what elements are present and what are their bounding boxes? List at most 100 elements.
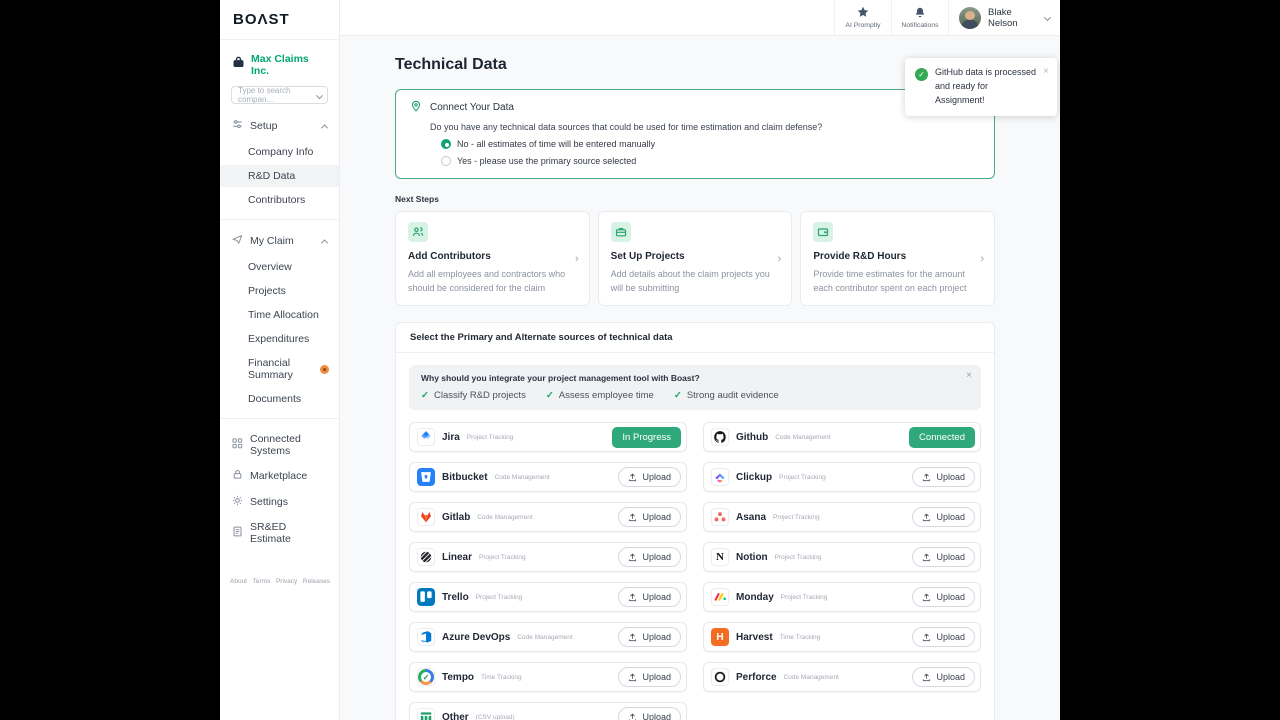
footer-link-terms[interactable]: Terms [253,578,271,585]
card-description: Add details about the claim projects you… [610,269,770,293]
add-contributors-card[interactable]: Add Contributors › Add all employees and… [395,211,590,306]
nav-item-label: Financial Summary [248,357,293,381]
card-title: Set Up Projects [610,251,685,262]
source-card-perforce[interactable]: Perforce Code Management Upload [703,662,981,692]
source-card-trello[interactable]: Trello Project Tracking Upload [409,582,687,612]
gitlab-upload-button[interactable]: Upload [618,507,681,527]
contributors-icon [408,222,428,242]
source-card-gitlab[interactable]: Gitlab Code Management Upload [409,502,687,532]
check-icon: ✓ [545,390,554,401]
radio-option-yes[interactable]: Yes - please use the primary source sele… [441,156,980,166]
provide-rd-hours-card[interactable]: Provide R&D Hours › Provide time estimat… [800,211,996,306]
radio-label: Yes - please use the primary source sele… [457,156,637,166]
clickup-upload-button[interactable]: Upload [912,467,975,487]
source-card-azure-devops[interactable]: Azure DevOps Code Management Upload [409,622,687,652]
monday-upload-button[interactable]: Upload [912,587,975,607]
source-card-harvest[interactable]: H Harvest Time Tracking Upload [703,622,981,652]
tempo-upload-button[interactable]: Upload [618,667,681,687]
footer-link-about[interactable]: About [230,578,247,585]
chevron-up-icon [320,123,329,131]
source-card-jira[interactable]: Jira Project Tracking In Progress [409,422,687,452]
nav-group-my-claim[interactable]: My Claim [220,228,339,254]
sidebar-item-documents[interactable]: Documents [220,388,339,410]
footer-link-releases[interactable]: Releases [303,578,330,585]
close-icon[interactable]: × [1043,66,1049,108]
my-claim-icon [232,234,243,248]
source-card-notion[interactable]: N Notion Project Tracking Upload [703,542,981,572]
source-card-linear[interactable]: Linear Project Tracking Upload [409,542,687,572]
pin-icon [410,100,422,115]
upload-icon [923,673,931,681]
source-card-monday[interactable]: Monday Project Tracking Upload [703,582,981,612]
linear-upload-button[interactable]: Upload [618,547,681,567]
radio-unchecked-icon[interactable] [441,156,451,166]
source-card-github[interactable]: Github Code Management Connected [703,422,981,452]
upload-icon [629,553,637,561]
tempo-icon: ✓ [417,668,435,686]
perforce-upload-button[interactable]: Upload [912,667,975,687]
sidebar-item-settings[interactable]: Settings [220,489,339,515]
sidebar-item-rd-data[interactable]: R&D Data [220,165,339,187]
nav-group-setup[interactable]: Setup [220,113,339,139]
notion-upload-button[interactable]: Upload [912,547,975,567]
other-upload-button[interactable]: Upload [618,707,681,720]
connect-question: Do you have any technical data sources t… [430,122,823,132]
close-icon[interactable]: × [966,370,972,381]
source-type: Code Management [494,473,550,481]
upload-icon [629,673,637,681]
divider [220,418,339,419]
benefit-item: ✓ Strong audit evidence [673,390,779,401]
upload-icon [629,633,637,641]
jira-status-button[interactable]: In Progress [612,426,681,448]
company-search-select[interactable]: Type to search compan... [231,86,328,104]
notifications-button[interactable]: Notifications [891,0,948,35]
sidebar-item-sred-estimate[interactable]: SR&ED Estimate [220,515,339,551]
radio-option-no[interactable]: No - all estimates of time will be enter… [441,139,980,149]
sidebar-item-projects[interactable]: Projects [220,280,339,302]
sidebar-item-connected-systems[interactable]: Connected Systems [220,427,339,463]
ai-promptly-button[interactable]: AI Promptly [834,0,891,35]
chevron-right-icon: › [575,253,579,265]
asana-upload-button[interactable]: Upload [912,507,975,527]
source-card-tempo[interactable]: ✓ Tempo Time Tracking Upload [409,662,687,692]
upload-icon [923,593,931,601]
sidebar-item-financial-summary[interactable]: Financial Summary [220,352,339,386]
sidebar-item-expenditures[interactable]: Expenditures [220,328,339,350]
sidebar-item-contributors[interactable]: Contributors [220,189,339,211]
trello-upload-button[interactable]: Upload [618,587,681,607]
search-placeholder: Type to search compan... [238,86,291,104]
source-name: Other [442,711,469,720]
source-card-other[interactable]: Other (CSV upload) Upload [409,702,687,720]
sidebar-item-marketplace[interactable]: Marketplace [220,463,339,489]
set-up-projects-card[interactable]: Set Up Projects › Add details about the … [597,211,793,306]
source-card-clickup[interactable]: Clickup Project Tracking Upload [703,462,981,492]
radio-checked-icon[interactable] [441,139,451,149]
source-card-asana[interactable]: Asana Project Tracking Upload [703,502,981,532]
sources-panel: Select the Primary and Alternate sources… [395,322,995,720]
sidebar-item-company-info[interactable]: Company Info [220,141,339,163]
source-card-bitbucket[interactable]: Bitbucket Code Management Upload [409,462,687,492]
upload-icon [923,513,931,521]
card-title: Add Contributors [408,251,491,262]
github-status-button[interactable]: Connected [909,426,975,448]
nav-item-label: Marketplace [250,470,308,482]
star-icon [857,6,869,20]
radio-label: No - all estimates of time will be enter… [457,139,656,149]
upload-icon [629,713,637,720]
connect-title: Connect Your Data [430,102,514,113]
harvest-upload-button[interactable]: Upload [912,627,975,647]
azure-devops-upload-button[interactable]: Upload [618,627,681,647]
azure-devops-icon [417,628,435,646]
sidebar-item-time-allocation[interactable]: Time Allocation [220,304,339,326]
company-row[interactable]: Max Claims Inc. [220,53,339,77]
notifications-label: Notifications [901,22,939,29]
setup-icon [232,119,243,133]
avatar [959,6,981,29]
bitbucket-upload-button[interactable]: Upload [618,467,681,487]
nav-item-label: Settings [250,496,288,508]
document-icon [232,526,243,540]
sidebar-item-overview[interactable]: Overview [220,256,339,278]
user-menu[interactable]: Blake Nelson [948,0,1060,35]
nav-item-label: SR&ED Estimate [250,521,291,545]
footer-link-privacy[interactable]: Privacy [276,578,297,585]
